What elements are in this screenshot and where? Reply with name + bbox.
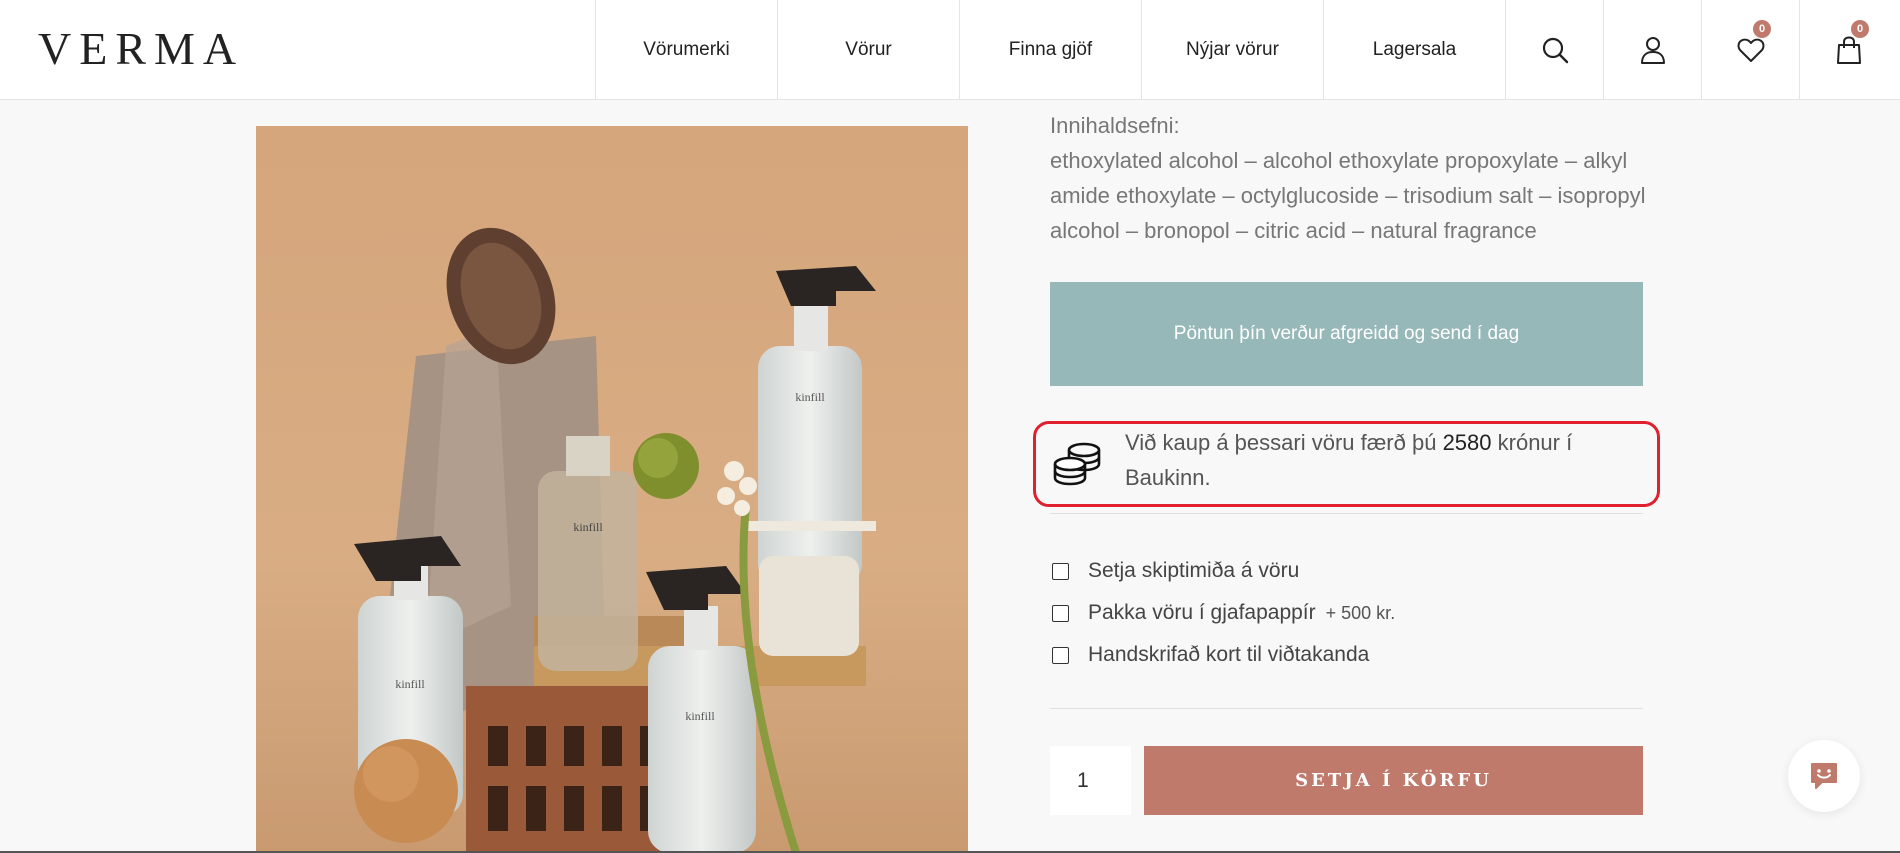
search-icon [1542, 37, 1568, 64]
nav-item-finna-gjof[interactable]: Finna gjöf [959, 0, 1141, 100]
main-nav: Vörumerki Vörur Finna gjöf Nýjar vörur L… [595, 0, 1897, 100]
coins-icon [1053, 442, 1101, 486]
divider [1050, 513, 1643, 514]
chat-icon [1811, 763, 1837, 789]
bottle-brand-label: kinfill [395, 677, 425, 691]
quantity-input[interactable]: 1 [1050, 746, 1131, 815]
site-logo[interactable]: VERMA [38, 26, 244, 72]
shipping-banner: Pöntun þín verður afgreidd og send í dag [1050, 282, 1643, 386]
bottle-brand-label: kinfill [685, 709, 715, 723]
option-label: Handskrifað kort til viðtakanda [1088, 643, 1370, 666]
cart-count-badge: 0 [1851, 20, 1869, 38]
reward-text: Við kaup á þessari vöru færð þú 2580 kró… [1125, 425, 1625, 495]
divider [1050, 708, 1643, 709]
chat-button[interactable] [1788, 740, 1860, 812]
option-gift-wrap: Pakka vöru í gjafapappír + 500 kr. [1052, 592, 1395, 634]
option-label: Pakka vöru í gjafapappír [1088, 601, 1316, 624]
cart-button[interactable]: 0 [1799, 0, 1897, 100]
bottle-brand-label: kinfill [573, 520, 603, 534]
nav-item-lagersala[interactable]: Lagersala [1323, 0, 1505, 100]
wishlist-count-badge: 0 [1753, 20, 1771, 38]
reward-prefix: Við kaup á þessari vöru færð þú [1125, 430, 1443, 455]
shopping-bag-icon [1836, 36, 1861, 64]
option-handwritten-card: Handskrifað kort til viðtakanda [1052, 634, 1395, 676]
wishlist-button[interactable]: 0 [1701, 0, 1799, 100]
option-price: + 500 kr. [1325, 602, 1396, 623]
product-options: Setja skiptimiða á vöru Pakka vöru í gja… [1052, 550, 1395, 676]
bottle-brand-label: kinfill [795, 390, 825, 404]
product-image[interactable]: kinfill kinfill kinfill kinfill [256, 126, 968, 853]
nav-item-vorumerki[interactable]: Vörumerki [595, 0, 777, 100]
option-label: Setja skiptimiða á vöru [1088, 559, 1300, 582]
heart-icon [1737, 38, 1764, 62]
option-checkbox[interactable] [1052, 604, 1069, 622]
account-button[interactable] [1603, 0, 1701, 100]
site-header: VERMA Vörumerki Vörur Finna gjöf Nýjar v… [0, 0, 1900, 100]
option-exchange-slip: Setja skiptimiða á vöru [1052, 550, 1395, 592]
nav-item-vorur[interactable]: Vörur [777, 0, 959, 100]
nav-item-nyjar-vorur[interactable]: Nýjar vörur [1141, 0, 1323, 100]
user-icon [1640, 37, 1665, 64]
product-photo-illustration: kinfill kinfill kinfill kinfill [256, 126, 968, 853]
reward-amount: 2580 [1442, 430, 1492, 455]
ingredients-title: Innihaldsefni: [1050, 113, 1180, 138]
search-button[interactable] [1505, 0, 1603, 100]
add-to-cart-button[interactable]: SETJA Í KÖRFU [1144, 746, 1643, 815]
option-checkbox[interactable] [1052, 562, 1069, 580]
option-checkbox[interactable] [1052, 646, 1069, 664]
ingredients-text: ethoxylated alcohol – alcohol ethoxylate… [1050, 148, 1646, 243]
